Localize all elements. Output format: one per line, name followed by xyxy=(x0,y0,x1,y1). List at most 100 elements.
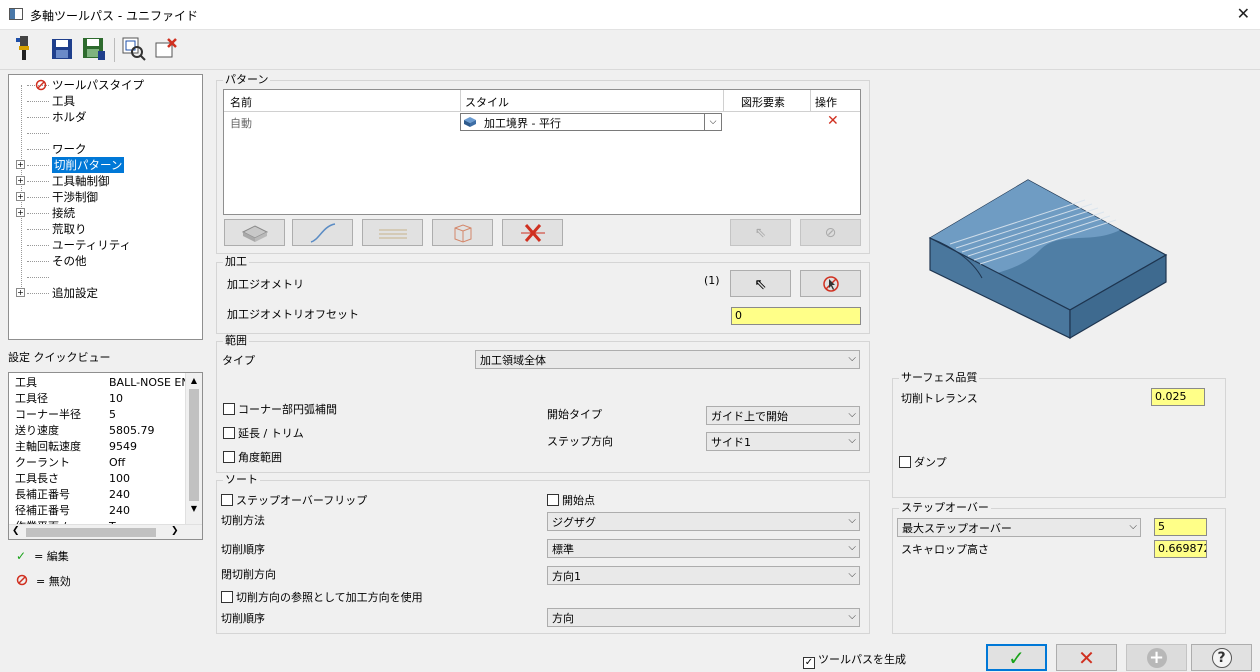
checkbox-box[interactable] xyxy=(223,403,235,415)
stepover-input[interactable]: 5 xyxy=(1154,518,1207,536)
toolbar-separator xyxy=(114,38,115,62)
quickview-row: 主軸回転速度 9549 xyxy=(15,439,137,455)
box-button[interactable] xyxy=(432,219,493,246)
select-geometry-button[interactable]: ⇖ xyxy=(730,270,791,297)
cut-method-label: 切削方法 xyxy=(221,514,265,527)
quickview-key: 長補正番号 xyxy=(15,488,70,501)
pattern-table[interactable]: 名前 スタイル 図形要素 操作 自動 加工境界 - 平行 ⌵ ✕ xyxy=(223,89,861,215)
close-window-button[interactable]: ✕ xyxy=(1237,4,1250,23)
stepover-mode-select[interactable]: 最大ステップオーバー ⌵ xyxy=(897,518,1141,537)
tree-item[interactable]: その他 xyxy=(52,253,87,269)
expand-icon[interactable]: + xyxy=(16,288,25,297)
add-pattern-button[interactable] xyxy=(224,219,285,246)
extend-checkbox[interactable]: 延長 / トリム xyxy=(223,425,304,441)
delete-row-icon[interactable]: ✕ xyxy=(827,113,839,129)
quickview-key: 径補正番号 xyxy=(15,504,70,517)
chevron-down-icon: ⌵ xyxy=(848,515,856,526)
curve-button[interactable] xyxy=(292,219,353,246)
checkbox-box[interactable] xyxy=(223,427,235,439)
chevron-down-icon[interactable]: ⌵ xyxy=(704,114,721,130)
tree-item[interactable]: 荒取り xyxy=(52,221,87,237)
settings-tree[interactable]: ツールパスタイプ 工具 ホルダワーク + 切削パターン + 工具軸制御 + 干渉制御 + 接続 荒取り… xyxy=(8,74,203,340)
checkbox-box[interactable]: ✓ xyxy=(803,657,815,669)
ok-button[interactable]: ✓ xyxy=(986,644,1047,671)
cut-method-select[interactable]: ジグザグ ⌵ xyxy=(547,512,860,531)
quickview-hscroll[interactable]: ❮ ❯ xyxy=(9,524,202,539)
invalid-icon xyxy=(35,79,47,94)
step-direction-select[interactable]: サイド1 ⌵ xyxy=(706,432,860,451)
tree-item[interactable]: 追加設定 xyxy=(52,285,98,301)
expand-icon[interactable]: + xyxy=(16,160,25,169)
checkbox-box[interactable] xyxy=(547,494,559,506)
tree-item[interactable]: 切削パターン xyxy=(52,157,125,173)
chevron-down-icon: ⌵ xyxy=(848,353,856,364)
preview-icon[interactable] xyxy=(120,35,148,63)
tree-connector xyxy=(27,261,49,262)
cancel-button[interactable]: ✕ xyxy=(1056,644,1117,671)
angle-checkbox[interactable]: 角度範囲 xyxy=(223,449,282,465)
tool-icon[interactable] xyxy=(10,35,38,63)
save-as-icon[interactable] xyxy=(80,35,108,63)
quickview-row: 工具径 10 xyxy=(15,391,123,407)
help-button[interactable]: ? xyxy=(1191,644,1252,671)
quickview-value: 240 xyxy=(109,504,130,517)
col-style: スタイル xyxy=(465,96,509,109)
clear-cursor-button[interactable]: ⊘ xyxy=(800,219,861,246)
expand-icon[interactable]: + xyxy=(16,208,25,217)
corner-checkbox[interactable]: コーナー部円弧補間 xyxy=(223,401,337,417)
quickview-vscroll[interactable]: ▲ ▼ xyxy=(185,373,202,525)
close-direction-select[interactable]: 方向1 ⌵ xyxy=(547,566,860,585)
checkbox-box[interactable] xyxy=(899,456,911,468)
pick-cursor-button[interactable]: ⇖ xyxy=(730,219,791,246)
scallop-label: スキャロップ高さ xyxy=(901,543,989,556)
machining-label: 加工 xyxy=(223,255,249,268)
generate-toolpath-checkbox[interactable]: ✓ ツールパスを生成 xyxy=(803,651,906,669)
extend-label: 延長 / トリム xyxy=(238,427,304,440)
checkbox-box[interactable] xyxy=(221,591,233,603)
quickview-value: BALL-NOSE EN xyxy=(109,376,190,389)
type-value: 加工領域全体 xyxy=(480,353,546,367)
scallop-input[interactable]: 0.6698729 xyxy=(1154,540,1207,558)
start-type-select[interactable]: ガイド上で開始 ⌵ xyxy=(706,406,860,425)
cut-order-label: 切削順序 xyxy=(221,543,265,556)
checkbox-box[interactable] xyxy=(221,494,233,506)
tree-item[interactable]: ワーク xyxy=(52,141,87,157)
range-label: 範囲 xyxy=(223,334,249,347)
tree-item[interactable]: 干渉制御 xyxy=(52,189,98,205)
damp-checkbox[interactable]: ダンプ xyxy=(899,454,947,470)
use-direction-label: 切削方向の参照として加工方向を使用 xyxy=(236,591,423,604)
style-dropdown[interactable]: 加工境界 - 平行 ⌵ xyxy=(460,113,722,131)
quickview-key: 工具 xyxy=(15,376,37,389)
tree-item[interactable]: 接続 xyxy=(52,205,75,221)
flip-checkbox[interactable]: ステップオーバーフリップ xyxy=(221,492,367,508)
tolerance-input[interactable]: 0.025 xyxy=(1151,388,1205,406)
expand-icon[interactable]: + xyxy=(16,192,25,201)
use-direction-checkbox[interactable]: 切削方向の参照として加工方向を使用 xyxy=(221,589,423,605)
start-type-value: ガイド上で開始 xyxy=(711,409,788,423)
geometry-offset-input[interactable]: 0 xyxy=(731,307,861,325)
quickview-key: 工具径 xyxy=(15,392,48,405)
tree-connector xyxy=(27,133,49,134)
delete-pattern-button[interactable] xyxy=(502,219,563,246)
checkbox-box[interactable] xyxy=(223,451,235,463)
quickview-row: コーナー半径 5 xyxy=(15,407,116,423)
chevron-down-icon: ⌵ xyxy=(1129,521,1137,532)
tree-item[interactable]: ユーティリティ xyxy=(52,237,131,253)
quickview-value: 10 xyxy=(109,392,123,405)
plus-icon: + xyxy=(1146,647,1167,668)
tree-item[interactable]: ツールパスタイプ xyxy=(52,77,144,93)
start-point-checkbox[interactable]: 開始点 xyxy=(547,492,595,508)
cut-order2-select[interactable]: 方向 ⌵ xyxy=(547,608,860,627)
cancel-icon: ✕ xyxy=(1078,645,1095,670)
cut-order-select[interactable]: 標準 ⌵ xyxy=(547,539,860,558)
delete-preview-icon[interactable] xyxy=(152,35,180,63)
lines-button[interactable] xyxy=(362,219,423,246)
type-select[interactable]: 加工領域全体 ⌵ xyxy=(475,350,860,369)
add-button[interactable]: + xyxy=(1126,644,1187,671)
save-icon[interactable] xyxy=(48,35,76,63)
clear-geometry-button[interactable] xyxy=(800,270,861,297)
tree-item[interactable]: 工具 xyxy=(52,93,75,109)
tree-item[interactable]: 工具軸制御 xyxy=(52,173,110,189)
expand-icon[interactable]: + xyxy=(16,176,25,185)
tree-item[interactable]: ホルダ xyxy=(52,109,87,125)
